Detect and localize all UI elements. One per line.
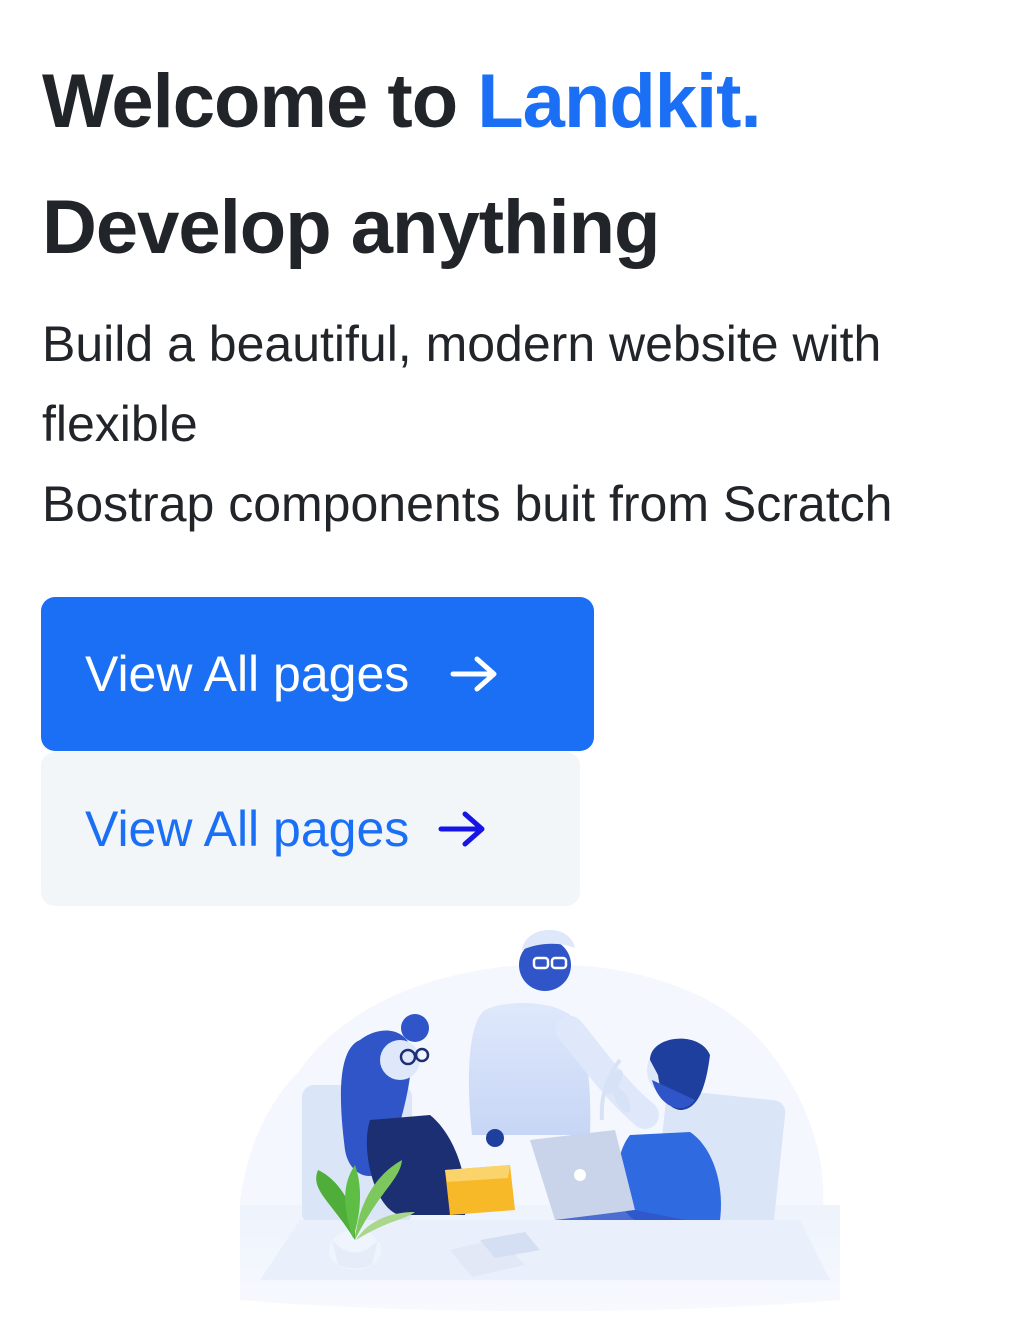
description-line-2: flexible: [42, 396, 198, 452]
hero-section: Welcome to Landkit. Develop anything Bui…: [42, 52, 1002, 544]
arrow-right-icon: [449, 654, 501, 694]
description-line-3: Bostrap components buit from Scratch: [42, 476, 893, 532]
team-illustration: [237, 920, 840, 1315]
view-all-pages-secondary-button[interactable]: View All pages: [41, 752, 580, 906]
headline-line-1: Welcome to Landkit.: [42, 52, 1002, 152]
secondary-button-label: View All pages: [85, 801, 410, 857]
primary-button-label: View All pages: [85, 646, 410, 702]
headline-prefix: Welcome to: [42, 59, 478, 144]
description-line-1: Build a beautiful, modern website with: [42, 316, 882, 372]
hero-headline: Welcome to Landkit. Develop anything: [42, 52, 1002, 278]
brand-name: Landkit.: [477, 59, 761, 144]
hero-description: Build a beautiful, modern website with f…: [42, 304, 1002, 544]
view-all-pages-primary-button[interactable]: View All pages: [41, 597, 594, 751]
arrow-right-icon: [437, 809, 489, 849]
headline-line-2: Develop anything: [42, 185, 660, 270]
